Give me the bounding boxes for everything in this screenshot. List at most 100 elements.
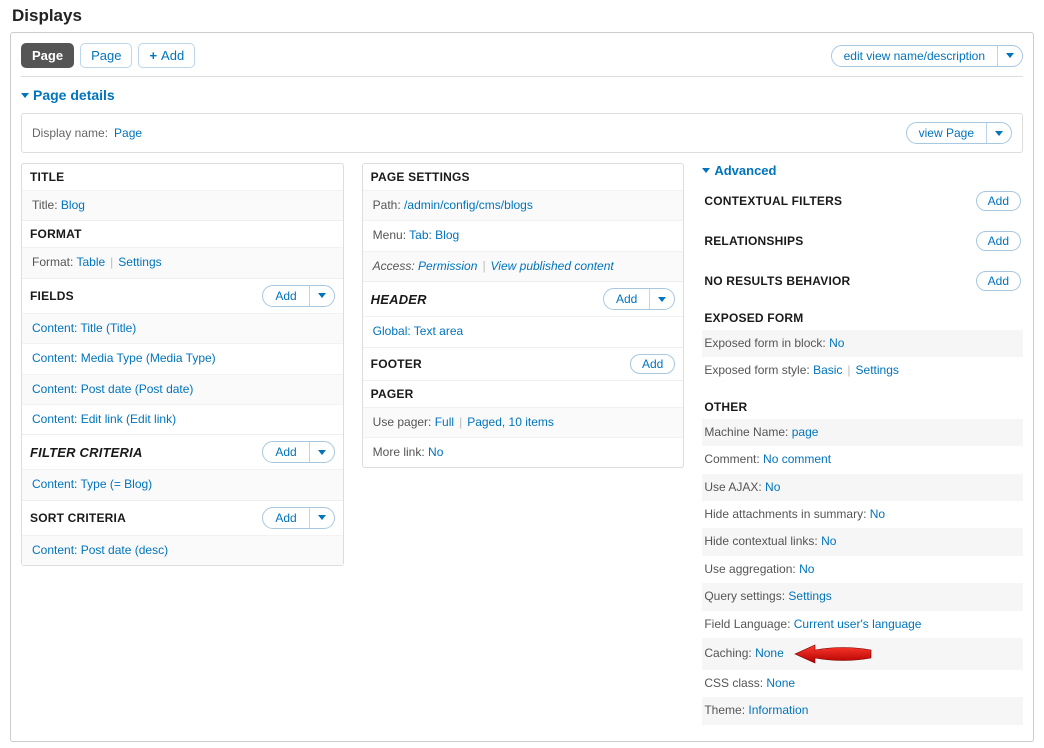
field-link[interactable]: Content: Title (Title)	[32, 321, 136, 335]
tab-add-display[interactable]: + Add	[138, 43, 195, 68]
tab-add-label: Add	[161, 48, 184, 63]
format-settings-link[interactable]: Settings	[118, 255, 161, 269]
column-left: TITLE Title: Blog FORMAT Format: Table|S…	[21, 163, 344, 566]
caching-row: Caching: None	[702, 638, 1023, 670]
sort-link[interactable]: Content: Post date (desc)	[32, 543, 168, 557]
sort-add-label: Add	[263, 508, 308, 528]
fields-add-dropdown[interactable]	[309, 286, 334, 306]
machine-name-row: Machine Name: page	[702, 419, 1023, 446]
filter-item: Content: Type (= Blog)	[22, 469, 343, 499]
path-link[interactable]: /admin/config/cms/blogs	[404, 198, 533, 212]
contextual-add-button[interactable]: Add	[976, 191, 1021, 211]
field-item: Content: Edit link (Edit link)	[22, 404, 343, 434]
header-add-button[interactable]: Add	[603, 288, 675, 310]
filter-link[interactable]: Content: Type (= Blog)	[32, 477, 152, 491]
hide-contextual-row: Hide contextual links: No	[702, 528, 1023, 555]
title-heading: TITLE	[30, 170, 64, 184]
field-item: Content: Post date (Post date)	[22, 374, 343, 404]
title-value-link[interactable]: Blog	[61, 198, 85, 212]
tab-page[interactable]: Page	[80, 43, 132, 68]
machine-name-link[interactable]: page	[792, 425, 819, 439]
separator: |	[110, 255, 113, 269]
footer-add-button[interactable]: Add	[630, 354, 675, 374]
contextual-filters-heading: CONTEXTUAL FILTERS	[704, 194, 842, 208]
title-label: Title:	[32, 198, 58, 212]
field-language-row: Field Language: Current user's language	[702, 611, 1023, 638]
exposed-form-heading: EXPOSED FORM	[704, 311, 803, 325]
exposed-style-row: Exposed form style: Basic | Settings	[702, 357, 1023, 384]
chevron-down-icon	[702, 168, 710, 173]
hide-contextual-label: Hide contextual links:	[704, 534, 817, 548]
format-value-link[interactable]: Table	[76, 255, 105, 269]
relationships-heading: RELATIONSHIPS	[704, 234, 803, 248]
sort-heading: SORT CRITERIA	[30, 511, 126, 525]
separator: |	[847, 363, 850, 377]
page-title: Displays	[12, 6, 1034, 26]
hide-contextual-link[interactable]: No	[821, 534, 836, 548]
query-row: Query settings: Settings	[702, 583, 1023, 610]
hide-attachments-link[interactable]: No	[870, 507, 885, 521]
sort-add-dropdown[interactable]	[309, 508, 334, 528]
format-row: Format: Table|Settings	[22, 247, 343, 277]
fields-add-label: Add	[263, 286, 308, 306]
fields-add-button[interactable]: Add	[262, 285, 334, 307]
access-settings-link[interactable]: View published content	[491, 259, 614, 273]
pager-more-link[interactable]: No	[428, 445, 443, 459]
field-language-link[interactable]: Current user's language	[794, 617, 922, 631]
query-label: Query settings:	[704, 589, 785, 603]
aggregation-link[interactable]: No	[799, 562, 814, 576]
filter-add-dropdown[interactable]	[309, 442, 334, 462]
caching-link[interactable]: None	[755, 646, 784, 660]
css-class-row: CSS class: None	[702, 670, 1023, 697]
machine-name-label: Machine Name:	[704, 425, 788, 439]
exposed-style-link[interactable]: Basic	[813, 363, 842, 377]
css-class-link[interactable]: None	[766, 676, 795, 690]
display-name-label: Display name:	[32, 126, 108, 140]
display-name-link[interactable]: Page	[114, 126, 142, 140]
pager-settings-link[interactable]: Paged, 10 items	[467, 415, 554, 429]
edit-view-name-button[interactable]: edit view name/description	[831, 45, 1023, 67]
theme-row: Theme: Information	[702, 697, 1023, 724]
display-name-bar: Display name: Page view Page	[21, 113, 1023, 153]
pager-value-link[interactable]: Full	[435, 415, 454, 429]
filter-heading: FILTER CRITERIA	[30, 445, 143, 460]
chevron-down-icon	[318, 515, 326, 520]
view-page-button[interactable]: view Page	[906, 122, 1012, 144]
menu-link[interactable]: Tab: Blog	[409, 228, 459, 242]
page-details-toggle[interactable]: Page details	[21, 87, 1023, 103]
comment-link[interactable]: No comment	[763, 452, 831, 466]
menu-label: Menu:	[373, 228, 406, 242]
sort-add-button[interactable]: Add	[262, 507, 334, 529]
no-results-add-button[interactable]: Add	[976, 271, 1021, 291]
access-value-link[interactable]: Permission	[418, 259, 477, 273]
field-link[interactable]: Content: Media Type (Media Type)	[32, 351, 216, 365]
exposed-block-link[interactable]: No	[829, 336, 844, 350]
other-heading: OTHER	[704, 400, 747, 414]
pager-more-label: More link:	[373, 445, 425, 459]
exposed-style-label: Exposed form style:	[704, 363, 809, 377]
header-add-dropdown[interactable]	[649, 289, 674, 309]
access-label: Access:	[373, 259, 415, 273]
exposed-style-settings-link[interactable]: Settings	[856, 363, 899, 377]
chevron-down-icon	[995, 131, 1003, 136]
theme-link[interactable]: Information	[748, 703, 808, 717]
header-item: Global: Text area	[363, 316, 684, 346]
advanced-toggle[interactable]: Advanced	[702, 163, 1023, 178]
plus-icon: +	[149, 48, 157, 63]
header-link[interactable]: Global: Text area	[373, 324, 464, 338]
chevron-down-icon	[318, 293, 326, 298]
ajax-link[interactable]: No	[765, 480, 780, 494]
query-link[interactable]: Settings	[788, 589, 831, 603]
field-link[interactable]: Content: Post date (Post date)	[32, 382, 193, 396]
field-link[interactable]: Content: Edit link (Edit link)	[32, 412, 176, 426]
view-page-dropdown[interactable]	[986, 123, 1011, 143]
tab-page-active[interactable]: Page	[21, 43, 74, 68]
edit-view-name-dropdown[interactable]	[997, 46, 1022, 66]
chevron-down-icon	[658, 297, 666, 302]
page-details-label: Page details	[33, 87, 115, 103]
header-heading: HEADER	[371, 292, 427, 307]
pager-heading: PAGER	[371, 387, 414, 401]
exposed-block-label: Exposed form in block:	[704, 336, 825, 350]
relationships-add-button[interactable]: Add	[976, 231, 1021, 251]
filter-add-button[interactable]: Add	[262, 441, 334, 463]
